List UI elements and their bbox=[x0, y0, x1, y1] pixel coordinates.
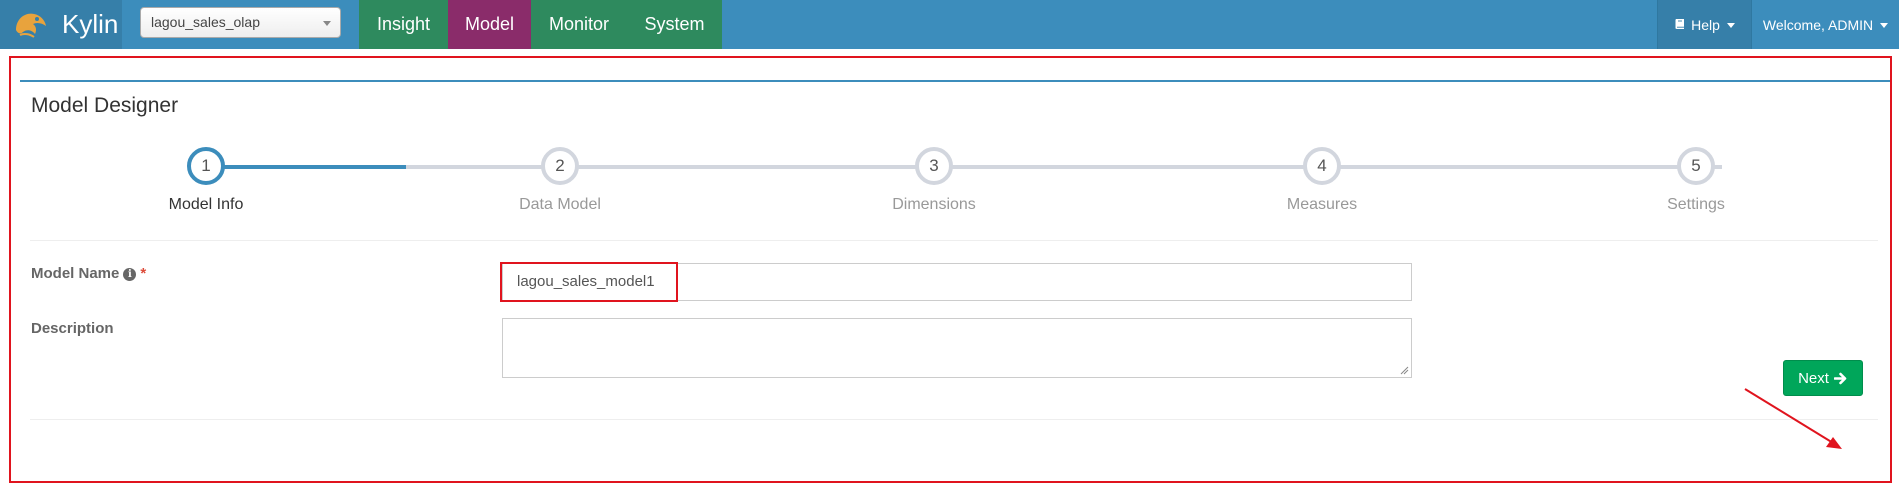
chevron-down-icon bbox=[323, 21, 331, 26]
welcome-label: Welcome, ADMIN bbox=[1762, 16, 1874, 33]
kylin-logo-icon bbox=[16, 13, 46, 38]
project-select-value: lagou_sales_olap bbox=[151, 14, 260, 30]
caret-down-icon bbox=[1726, 23, 1735, 28]
caret-down-icon bbox=[1880, 23, 1889, 28]
top-navbar: Kylin lagou_sales_olap Insight Model Mon… bbox=[0, 0, 1899, 49]
tab-monitor[interactable]: Monitor bbox=[531, 0, 627, 49]
user-menu[interactable]: Welcome, ADMIN bbox=[1752, 0, 1899, 49]
brand[interactable]: Kylin bbox=[0, 0, 122, 49]
book-icon bbox=[1675, 19, 1685, 29]
tab-system[interactable]: System bbox=[627, 0, 722, 49]
tab-insight[interactable]: Insight bbox=[359, 0, 448, 49]
annotation-frame bbox=[9, 56, 1892, 483]
help-label: Help bbox=[1691, 16, 1720, 33]
brand-title: Kylin bbox=[62, 9, 119, 39]
project-select[interactable]: lagou_sales_olap bbox=[140, 7, 341, 38]
help-menu[interactable]: Help bbox=[1658, 0, 1751, 49]
tab-model[interactable]: Model bbox=[448, 0, 531, 49]
